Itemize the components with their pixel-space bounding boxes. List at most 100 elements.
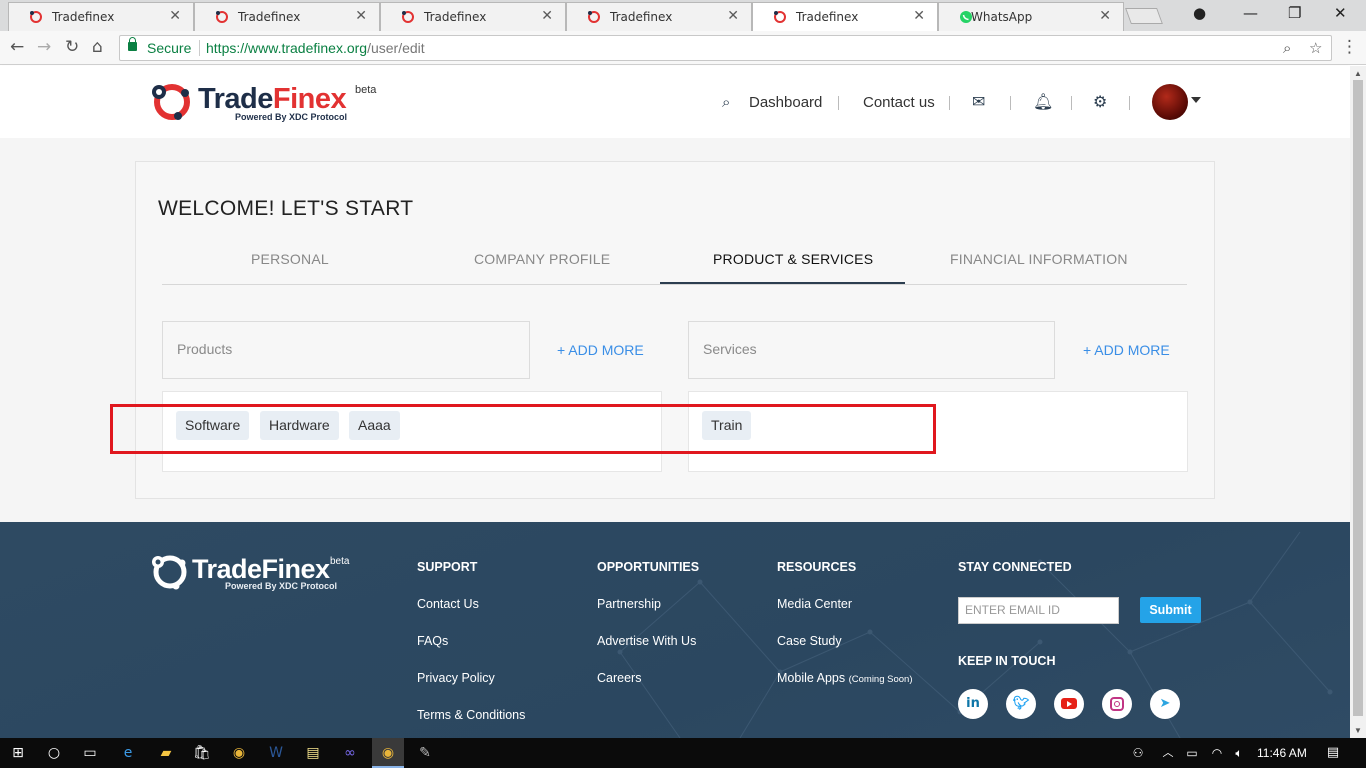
tradefinex-favicon-icon: [30, 11, 42, 23]
page-scrollbar[interactable]: ▲ ▼: [1350, 66, 1366, 738]
tab-personal[interactable]: PERSONAL: [251, 251, 329, 267]
nav-divider: [1129, 96, 1130, 110]
chevron-down-icon[interactable]: [1191, 97, 1201, 103]
notepad-icon[interactable]: ▤: [303, 743, 323, 763]
services-input[interactable]: Services: [688, 321, 1055, 379]
close-window-icon[interactable]: ✕: [1334, 4, 1347, 22]
footer-link-advertise[interactable]: Advertise With Us: [597, 634, 696, 648]
footer-link-media-center[interactable]: Media Center: [777, 597, 852, 611]
volume-icon[interactable]: 🔈︎: [1229, 743, 1249, 763]
footer-link-contact-us[interactable]: Contact Us: [417, 597, 479, 611]
gear-icon[interactable]: ⚙: [1093, 92, 1107, 111]
browser-toolbar: ← → ↻ ⌂ Secure https://www.tradefinex.or…: [0, 31, 1366, 65]
add-more-services-button[interactable]: + ADD MORE: [1083, 342, 1170, 358]
cortana-search-icon[interactable]: ○: [44, 743, 64, 763]
tab-close-icon[interactable]: ✕: [355, 8, 367, 24]
footer-logo-beta: beta: [330, 556, 350, 567]
add-more-products-button[interactable]: + ADD MORE: [557, 342, 644, 358]
profile-icon[interactable]: ●: [1193, 4, 1206, 22]
chrome-menu-icon[interactable]: ⋮: [1341, 37, 1358, 57]
browser-tab-strip: Tradefinex ✕ Tradefinex ✕ Tradefinex ✕ T…: [0, 0, 1366, 31]
tab-close-icon[interactable]: ✕: [169, 8, 181, 24]
file-explorer-icon[interactable]: ▰: [156, 743, 176, 763]
app-loop-icon[interactable]: ∞: [340, 743, 360, 763]
store-icon[interactable]: 🛍︎: [192, 743, 212, 763]
footer-heading-support: SUPPORT: [417, 560, 478, 574]
zoom-search-icon[interactable]: ⌕: [1283, 39, 1291, 57]
footer-logo[interactable]: TradeFinex beta Powered By XDC Protocol: [148, 552, 368, 592]
home-icon[interactable]: ⌂: [92, 37, 103, 57]
bookmark-star-icon[interactable]: ☆: [1309, 39, 1322, 57]
browser-tab[interactable]: WhatsApp ✕: [938, 2, 1124, 31]
browser-tab[interactable]: Tradefinex ✕: [8, 2, 194, 31]
chrome-icon[interactable]: ◉: [229, 743, 249, 763]
nav-dashboard[interactable]: Dashboard: [749, 94, 822, 111]
tab-title: Tradefinex: [796, 10, 859, 24]
url-host: https://www.tradefinex.org: [206, 40, 368, 56]
tab-title: Tradefinex: [52, 10, 115, 24]
tray-chevron-up-icon[interactable]: ︿: [1158, 743, 1178, 763]
scroll-up-icon[interactable]: ▲: [1354, 69, 1362, 78]
email-field[interactable]: ENTER EMAIL ID: [958, 597, 1119, 624]
minimize-icon[interactable]: —: [1243, 4, 1258, 22]
browser-tab[interactable]: Tradefinex ✕: [566, 2, 752, 31]
secure-label: Secure: [147, 40, 192, 56]
nav-divider: [1071, 96, 1072, 110]
browser-tab[interactable]: Tradefinex ✕: [380, 2, 566, 31]
youtube-icon[interactable]: [1054, 689, 1084, 719]
word-icon[interactable]: W: [266, 743, 286, 763]
footer-link-case-study[interactable]: Case Study: [777, 634, 842, 648]
browser-tab-active[interactable]: Tradefinex ✕: [752, 2, 938, 31]
tab-close-icon[interactable]: ✕: [541, 8, 553, 24]
notifications-icon[interactable]: ▤: [1323, 743, 1343, 763]
chrome-active-icon[interactable]: ◉: [378, 743, 398, 763]
address-bar[interactable]: Secure https://www.tradefinex.org/user/e…: [119, 35, 1332, 61]
nav-contact-us[interactable]: Contact us: [863, 94, 935, 111]
windows-start-icon[interactable]: ⊞: [8, 743, 28, 763]
edge-browser-icon[interactable]: e: [118, 743, 138, 763]
tab-product-services[interactable]: PRODUCT & SERVICES: [713, 251, 873, 267]
logo-tagline: Powered By XDC Protocol: [235, 112, 348, 122]
footer-link-privacy-policy[interactable]: Privacy Policy: [417, 671, 495, 685]
instagram-icon[interactable]: [1102, 689, 1132, 719]
linkedin-icon[interactable]: in: [958, 689, 988, 719]
restore-icon[interactable]: ❐: [1288, 4, 1301, 22]
site-footer: TradeFinex beta Powered By XDC Protocol …: [0, 522, 1350, 738]
people-icon[interactable]: ⚇: [1128, 743, 1148, 763]
tradefinex-favicon-icon: [216, 11, 228, 23]
task-view-icon[interactable]: ▭: [80, 743, 100, 763]
back-icon[interactable]: ←: [10, 37, 24, 57]
annotation-highlight-box: [110, 404, 936, 454]
avatar[interactable]: [1152, 84, 1188, 120]
reload-icon[interactable]: ↻: [65, 37, 79, 57]
wifi-icon[interactable]: ◠: [1207, 743, 1227, 763]
tab-company-profile[interactable]: COMPANY PROFILE: [474, 251, 610, 267]
new-tab-button[interactable]: [1125, 8, 1163, 24]
telegram-icon[interactable]: ➤: [1150, 689, 1180, 719]
twitter-icon[interactable]: 🐦︎: [1006, 689, 1036, 719]
forward-icon[interactable]: →: [37, 37, 51, 57]
footer-link-careers[interactable]: Careers: [597, 671, 641, 685]
submit-button[interactable]: Submit: [1140, 597, 1201, 623]
tradefinex-logo[interactable]: TradeFinex beta Powered By XDC Protocol: [148, 82, 388, 122]
tab-close-icon[interactable]: ✕: [1099, 8, 1111, 24]
scroll-down-icon[interactable]: ▼: [1354, 726, 1362, 735]
footer-link-terms[interactable]: Terms & Conditions: [417, 708, 525, 722]
footer-link-partnership[interactable]: Partnership: [597, 597, 661, 611]
tab-close-icon[interactable]: ✕: [727, 8, 739, 24]
footer-link-mobile-apps[interactable]: Mobile Apps (Coming Soon): [777, 671, 912, 685]
footer-link-faqs[interactable]: FAQs: [417, 634, 448, 648]
url-text[interactable]: https://www.tradefinex.org/user/edit: [206, 40, 425, 56]
bell-icon[interactable]: 🔔︎: [1033, 92, 1053, 111]
products-input[interactable]: Products: [162, 321, 530, 379]
taskbar-clock[interactable]: 11:46 AM: [1257, 746, 1307, 760]
nav-divider: [838, 96, 839, 110]
tab-close-icon[interactable]: ✕: [913, 8, 925, 24]
mail-icon[interactable]: ✉: [972, 92, 985, 111]
search-icon[interactable]: ⌕: [722, 93, 730, 111]
browser-tab[interactable]: Tradefinex ✕: [194, 2, 380, 31]
tab-financial-information[interactable]: FINANCIAL INFORMATION: [950, 251, 1128, 267]
scrollbar-thumb[interactable]: [1353, 80, 1363, 716]
battery-icon[interactable]: ▭: [1182, 743, 1202, 763]
paint-icon[interactable]: ✎: [415, 743, 435, 763]
